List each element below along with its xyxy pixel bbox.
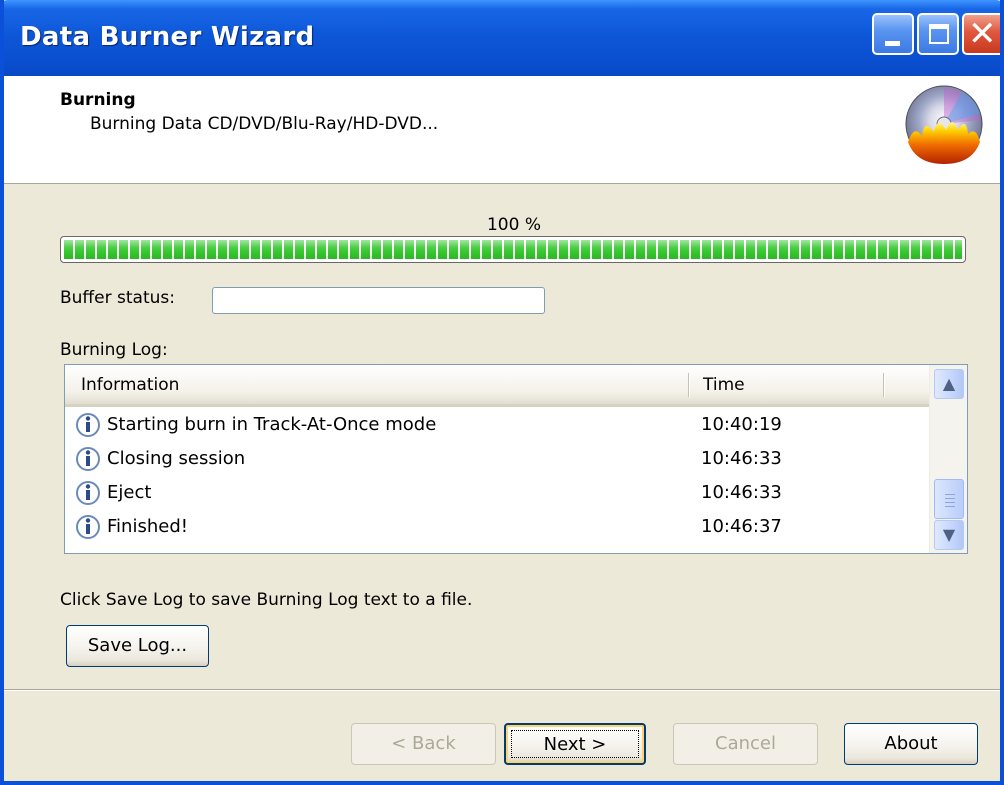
log-info: Eject [107, 482, 152, 503]
log-info: Closing session [107, 448, 246, 469]
log-row[interactable]: Starting burn in Track-At-Once mode 10:4… [65, 409, 929, 443]
log-time: 10:46:33 [701, 448, 782, 469]
buffer-status-bar [212, 287, 545, 314]
log-info: Starting burn in Track-At-Once mode [107, 414, 437, 435]
log-row[interactable]: Finished! 10:46:37 [65, 511, 929, 545]
log-row[interactable]: Closing session 10:46:33 [65, 443, 929, 477]
log-time: 10:40:19 [701, 414, 782, 435]
page-subtitle: Burning Data CD/DVD/Blu-Ray/HD-DVD... [90, 114, 439, 134]
chevron-down-icon: ▼ [942, 525, 956, 544]
save-log-hint: Click Save Log to save Burning Log text … [60, 590, 473, 610]
column-separator[interactable] [688, 373, 689, 397]
column-header-time[interactable]: Time [703, 375, 745, 395]
burn-progress-bar [60, 236, 966, 263]
minimize-icon [885, 41, 900, 46]
window-title: Data Burner Wizard [20, 22, 315, 52]
burning-log-label: Burning Log: [60, 340, 168, 360]
info-icon [76, 515, 100, 539]
burning-log-list[interactable]: Information Time Starting burn in Track-… [64, 364, 968, 554]
wizard-header: Burning Burning Data CD/DVD/Blu-Ray/HD-D… [4, 76, 1000, 184]
page-title: Burning [60, 90, 136, 110]
log-time: 10:46:33 [701, 482, 782, 503]
chevron-up-icon: ▲ [942, 374, 956, 393]
cd-burn-icon [905, 85, 983, 164]
log-scrollbar[interactable]: ▲ ▼ [929, 365, 967, 553]
maximize-button[interactable] [917, 13, 959, 55]
info-icon [76, 413, 100, 437]
progress-percent: 100 % [486, 215, 541, 235]
save-log-button[interactable]: Save Log... [66, 625, 209, 667]
close-button[interactable]: ✕ [962, 13, 1000, 55]
maximize-icon [929, 24, 949, 44]
column-separator[interactable] [883, 373, 884, 397]
progress-fill [64, 240, 962, 259]
log-row[interactable]: Eject 10:46:33 [65, 477, 929, 511]
scrollbar-thumb[interactable] [934, 479, 964, 519]
log-header: Information Time [65, 365, 929, 407]
log-time: 10:46:37 [701, 516, 782, 537]
divider [4, 689, 1000, 691]
info-icon [76, 447, 100, 471]
focus-ring [511, 730, 639, 758]
close-icon: ✕ [968, 14, 997, 54]
title-bar[interactable]: Data Burner Wizard ✕ [4, 0, 1000, 76]
about-button[interactable]: About [844, 723, 978, 765]
wizard-window: Data Burner Wizard ✕ Burning Burning Dat… [0, 0, 1004, 785]
column-header-information[interactable]: Information [81, 375, 179, 395]
next-button[interactable]: Next > [504, 723, 646, 765]
cancel-button[interactable]: Cancel [673, 723, 818, 765]
log-info: Finished! [107, 516, 188, 537]
buffer-status-label: Buffer status: [60, 288, 175, 308]
scroll-up-button[interactable]: ▲ [934, 369, 964, 399]
scroll-down-button[interactable]: ▼ [934, 520, 964, 550]
back-button[interactable]: < Back [351, 723, 496, 765]
minimize-button[interactable] [872, 13, 914, 55]
info-icon [76, 481, 100, 505]
